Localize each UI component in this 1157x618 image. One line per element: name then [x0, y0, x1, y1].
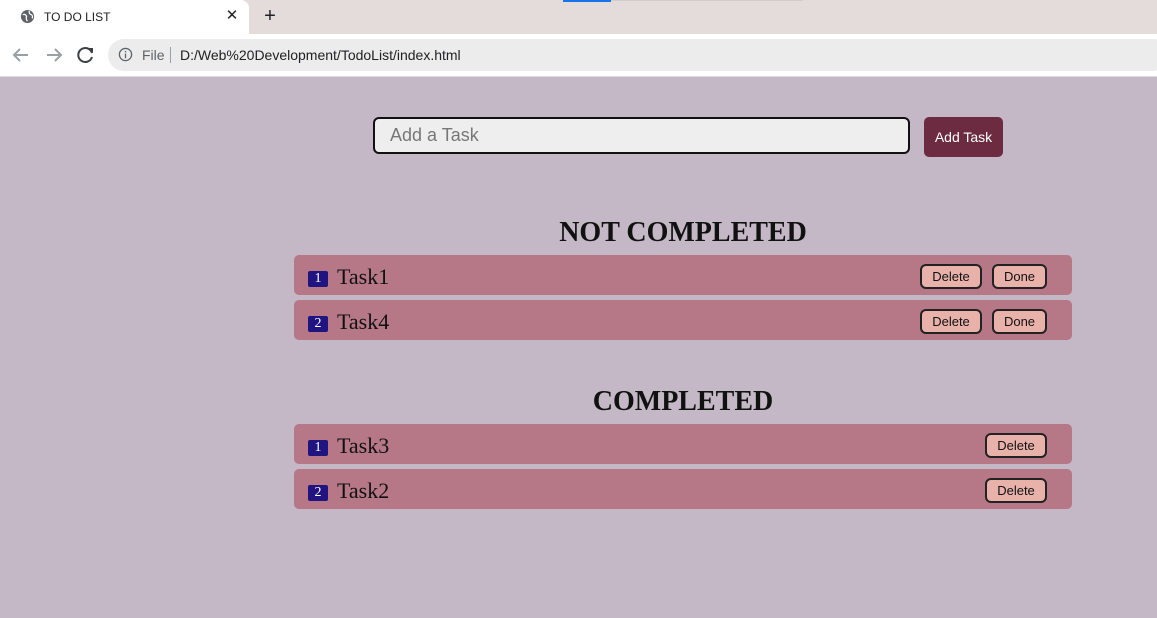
list-item: 2 Task2 Delete: [294, 469, 1072, 509]
back-arrow-icon[interactable]: [10, 44, 32, 66]
globe-icon: [20, 9, 35, 24]
not-completed-heading: NOT COMPLETED: [559, 217, 807, 248]
task-name: Task2: [337, 478, 390, 503]
info-icon[interactable]: [118, 47, 133, 62]
add-task-button[interactable]: Add Task: [924, 117, 1003, 157]
forward-arrow-icon[interactable]: [43, 44, 65, 66]
tab-strip-divider: [611, 0, 803, 1]
task-name: Task4: [337, 309, 390, 334]
close-icon[interactable]: ✕: [223, 7, 241, 25]
list-item: 1 Task1 Delete Done: [294, 255, 1072, 295]
done-button[interactable]: Done: [992, 264, 1047, 289]
task-number-badge: 1: [308, 271, 328, 287]
delete-button[interactable]: Delete: [985, 433, 1047, 458]
delete-button[interactable]: Delete: [920, 309, 982, 334]
todo-page: Add Task NOT COMPLETED 1 Task1 Delete Do…: [0, 77, 1157, 618]
browser-tab[interactable]: TO DO LIST ✕: [0, 0, 249, 34]
address-bar[interactable]: File D:/Web%20Development/TodoList/index…: [108, 39, 1157, 71]
delete-button[interactable]: Delete: [985, 478, 1047, 503]
task-input[interactable]: [373, 117, 910, 154]
reload-icon[interactable]: [75, 44, 97, 66]
url-text[interactable]: D:/Web%20Development/TodoList/index.html: [180, 47, 461, 63]
task-number-badge: 2: [308, 316, 328, 332]
task-name: Task1: [337, 264, 390, 289]
list-item: 1 Task3 Delete: [294, 424, 1072, 464]
completed-heading: COMPLETED: [592, 386, 774, 417]
plus-icon[interactable]: +: [260, 6, 280, 26]
address-separator: [170, 47, 171, 63]
done-button[interactable]: Done: [992, 309, 1047, 334]
file-scheme-label: File: [142, 47, 165, 63]
tab-title: TO DO LIST: [44, 10, 111, 24]
browser-toolbar: File D:/Web%20Development/TodoList/index…: [0, 34, 1157, 77]
delete-button[interactable]: Delete: [920, 264, 982, 289]
task-name: Task3: [337, 433, 390, 458]
task-number-badge: 2: [308, 485, 328, 501]
tab-strip-accent: [563, 0, 611, 2]
list-item: 2 Task4 Delete Done: [294, 300, 1072, 340]
tab-strip: TO DO LIST ✕ +: [0, 0, 1157, 34]
task-number-badge: 1: [308, 440, 328, 456]
